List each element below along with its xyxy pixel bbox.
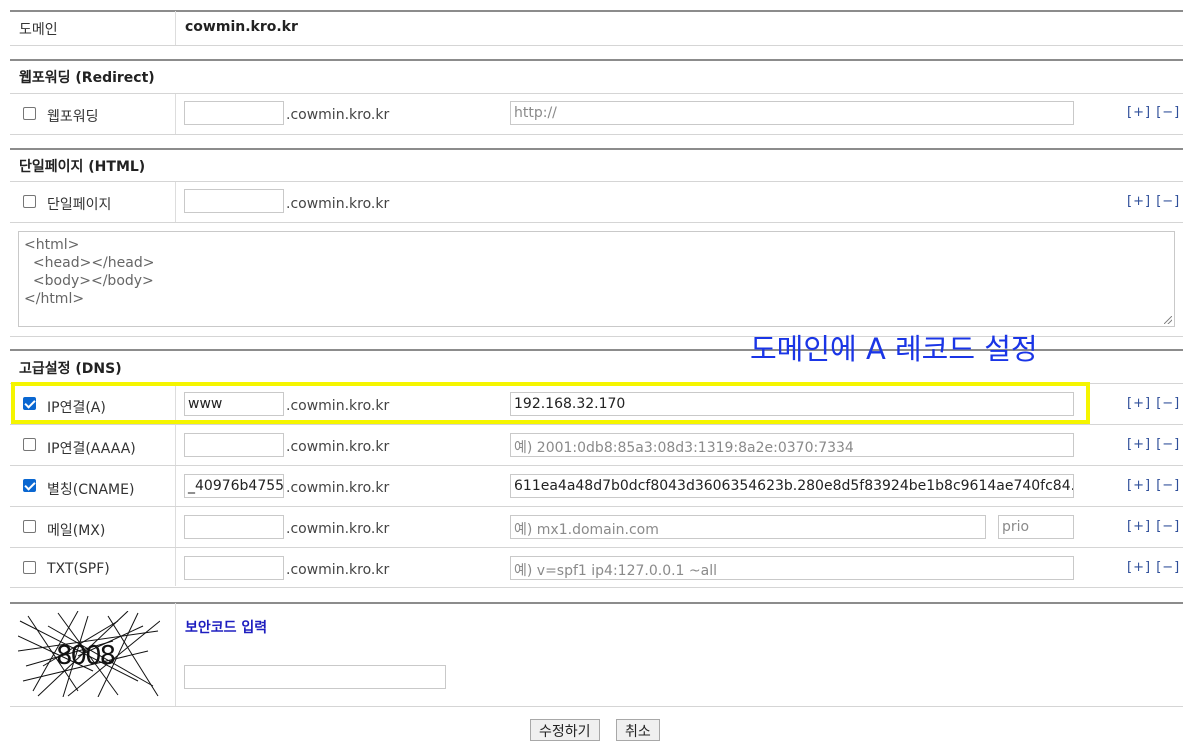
redirect-url-input[interactable]: http://: [510, 101, 1074, 125]
captcha-title: 보안코드 입력: [185, 620, 268, 636]
remove-row-button[interactable]: [−]: [1156, 560, 1180, 575]
record-txt-checkbox[interactable]: [23, 561, 36, 574]
redirect-label: 웹포워딩: [47, 109, 99, 125]
record-mx-checkbox[interactable]: [23, 520, 36, 533]
record-txt-subdomain-input[interactable]: [184, 556, 284, 580]
record-cname-value-input[interactable]: 611ea4a48d7b0dcf8043d3606354623b.280e8d5…: [510, 474, 1074, 498]
submit-button[interactable]: 수정하기: [530, 719, 600, 741]
row-controls: [+] [−]: [1127, 437, 1180, 452]
add-row-button[interactable]: [+]: [1127, 519, 1151, 534]
divider: [10, 45, 1183, 46]
captcha-code-text: 8008: [56, 641, 116, 671]
annotation-highlight-box: [11, 382, 1090, 424]
remove-row-button[interactable]: [−]: [1156, 437, 1180, 452]
remove-row-button[interactable]: [−]: [1156, 396, 1180, 411]
add-row-button[interactable]: [+]: [1127, 478, 1151, 493]
record-txt-value-input[interactable]: 예) v=spf1 ip4:127.0.0.1 ~all: [510, 556, 1074, 580]
dns-section-title: 고급설정 (DNS): [19, 361, 122, 377]
html-subdomain-input[interactable]: [184, 189, 284, 213]
divider: [10, 93, 1183, 94]
divider: [10, 181, 1183, 182]
record-txt-label: TXT(SPF): [47, 561, 110, 577]
record-mx-value-input[interactable]: 예) mx1.domain.com: [510, 515, 986, 539]
html-section-title: 단일페이지 (HTML): [19, 159, 146, 175]
captcha-input[interactable]: [184, 665, 446, 689]
remove-row-button[interactable]: [−]: [1156, 519, 1180, 534]
html-page-label: 단일페이지: [47, 197, 112, 213]
cancel-button[interactable]: 취소: [616, 719, 660, 741]
redirect-subdomain-input[interactable]: [184, 101, 284, 125]
remove-row-button[interactable]: [−]: [1156, 194, 1180, 209]
resize-grip-icon[interactable]: [1164, 316, 1172, 324]
html-domain-suffix: .cowmin.kro.kr: [286, 196, 390, 212]
annotation-text: 도메인에 A 레코드 설정: [750, 332, 1038, 366]
section-border: [10, 602, 1183, 604]
column-divider: [175, 11, 176, 45]
redirect-section-title: 웹포워딩 (Redirect): [19, 70, 155, 86]
record-aaaa-checkbox[interactable]: [23, 438, 36, 451]
record-cname-checkbox[interactable]: [23, 479, 36, 492]
divider: [10, 465, 1183, 466]
remove-row-button[interactable]: [−]: [1156, 478, 1180, 493]
divider: [10, 506, 1183, 507]
add-row-button[interactable]: [+]: [1127, 105, 1151, 120]
divider: [10, 222, 1183, 223]
domain-value: cowmin.kro.kr: [185, 19, 298, 35]
redirect-checkbox[interactable]: [23, 107, 36, 120]
record-cname-subdomain-input[interactable]: _40976b4755: [184, 474, 284, 498]
row-controls: [+] [−]: [1127, 194, 1180, 209]
add-row-button[interactable]: [+]: [1127, 560, 1151, 575]
html-content-textarea[interactable]: <html> <head></head> <body></body> </htm…: [18, 231, 1175, 327]
row-controls: [+] [−]: [1127, 519, 1180, 534]
row-controls: [+] [−]: [1127, 105, 1180, 120]
add-row-button[interactable]: [+]: [1127, 437, 1151, 452]
row-controls: [+] [−]: [1127, 478, 1180, 493]
domain-label: 도메인: [19, 22, 58, 38]
top-border: [10, 10, 1183, 12]
divider: [10, 706, 1183, 707]
add-row-button[interactable]: [+]: [1127, 194, 1151, 209]
section-border: [10, 59, 1183, 61]
record-aaaa-label: IP연결(AAAA): [47, 441, 136, 457]
html-page-checkbox[interactable]: [23, 195, 36, 208]
record-mx-priority-input[interactable]: prio: [998, 515, 1074, 539]
record-mx-domain-suffix: .cowmin.kro.kr: [286, 521, 390, 537]
record-txt-domain-suffix: .cowmin.kro.kr: [286, 562, 390, 578]
divider: [10, 547, 1183, 548]
column-divider: [175, 94, 176, 134]
section-border: [10, 148, 1183, 150]
record-cname-label: 별칭(CNAME): [47, 482, 135, 498]
remove-row-button[interactable]: [−]: [1156, 105, 1180, 120]
record-mx-subdomain-input[interactable]: [184, 515, 284, 539]
html-content-text: <html> <head></head> <body></body> </htm…: [24, 237, 155, 307]
record-mx-label: 메일(MX): [47, 523, 106, 539]
row-controls: [+] [−]: [1127, 560, 1180, 575]
record-cname-domain-suffix: .cowmin.kro.kr: [286, 480, 390, 496]
record-aaaa-subdomain-input[interactable]: [184, 433, 284, 457]
captcha-image: 8008: [17, 610, 161, 698]
column-divider: [175, 603, 176, 706]
divider: [10, 134, 1183, 135]
divider: [10, 424, 1183, 425]
column-divider: [175, 182, 176, 222]
divider: [10, 587, 1183, 588]
add-row-button[interactable]: [+]: [1127, 396, 1151, 411]
row-controls: [+] [−]: [1127, 396, 1180, 411]
redirect-domain-suffix: .cowmin.kro.kr: [286, 107, 390, 123]
record-aaaa-domain-suffix: .cowmin.kro.kr: [286, 439, 390, 455]
record-aaaa-value-input[interactable]: 예) 2001:0db8:85a3:08d3:1319:8a2e:0370:73…: [510, 433, 1074, 457]
